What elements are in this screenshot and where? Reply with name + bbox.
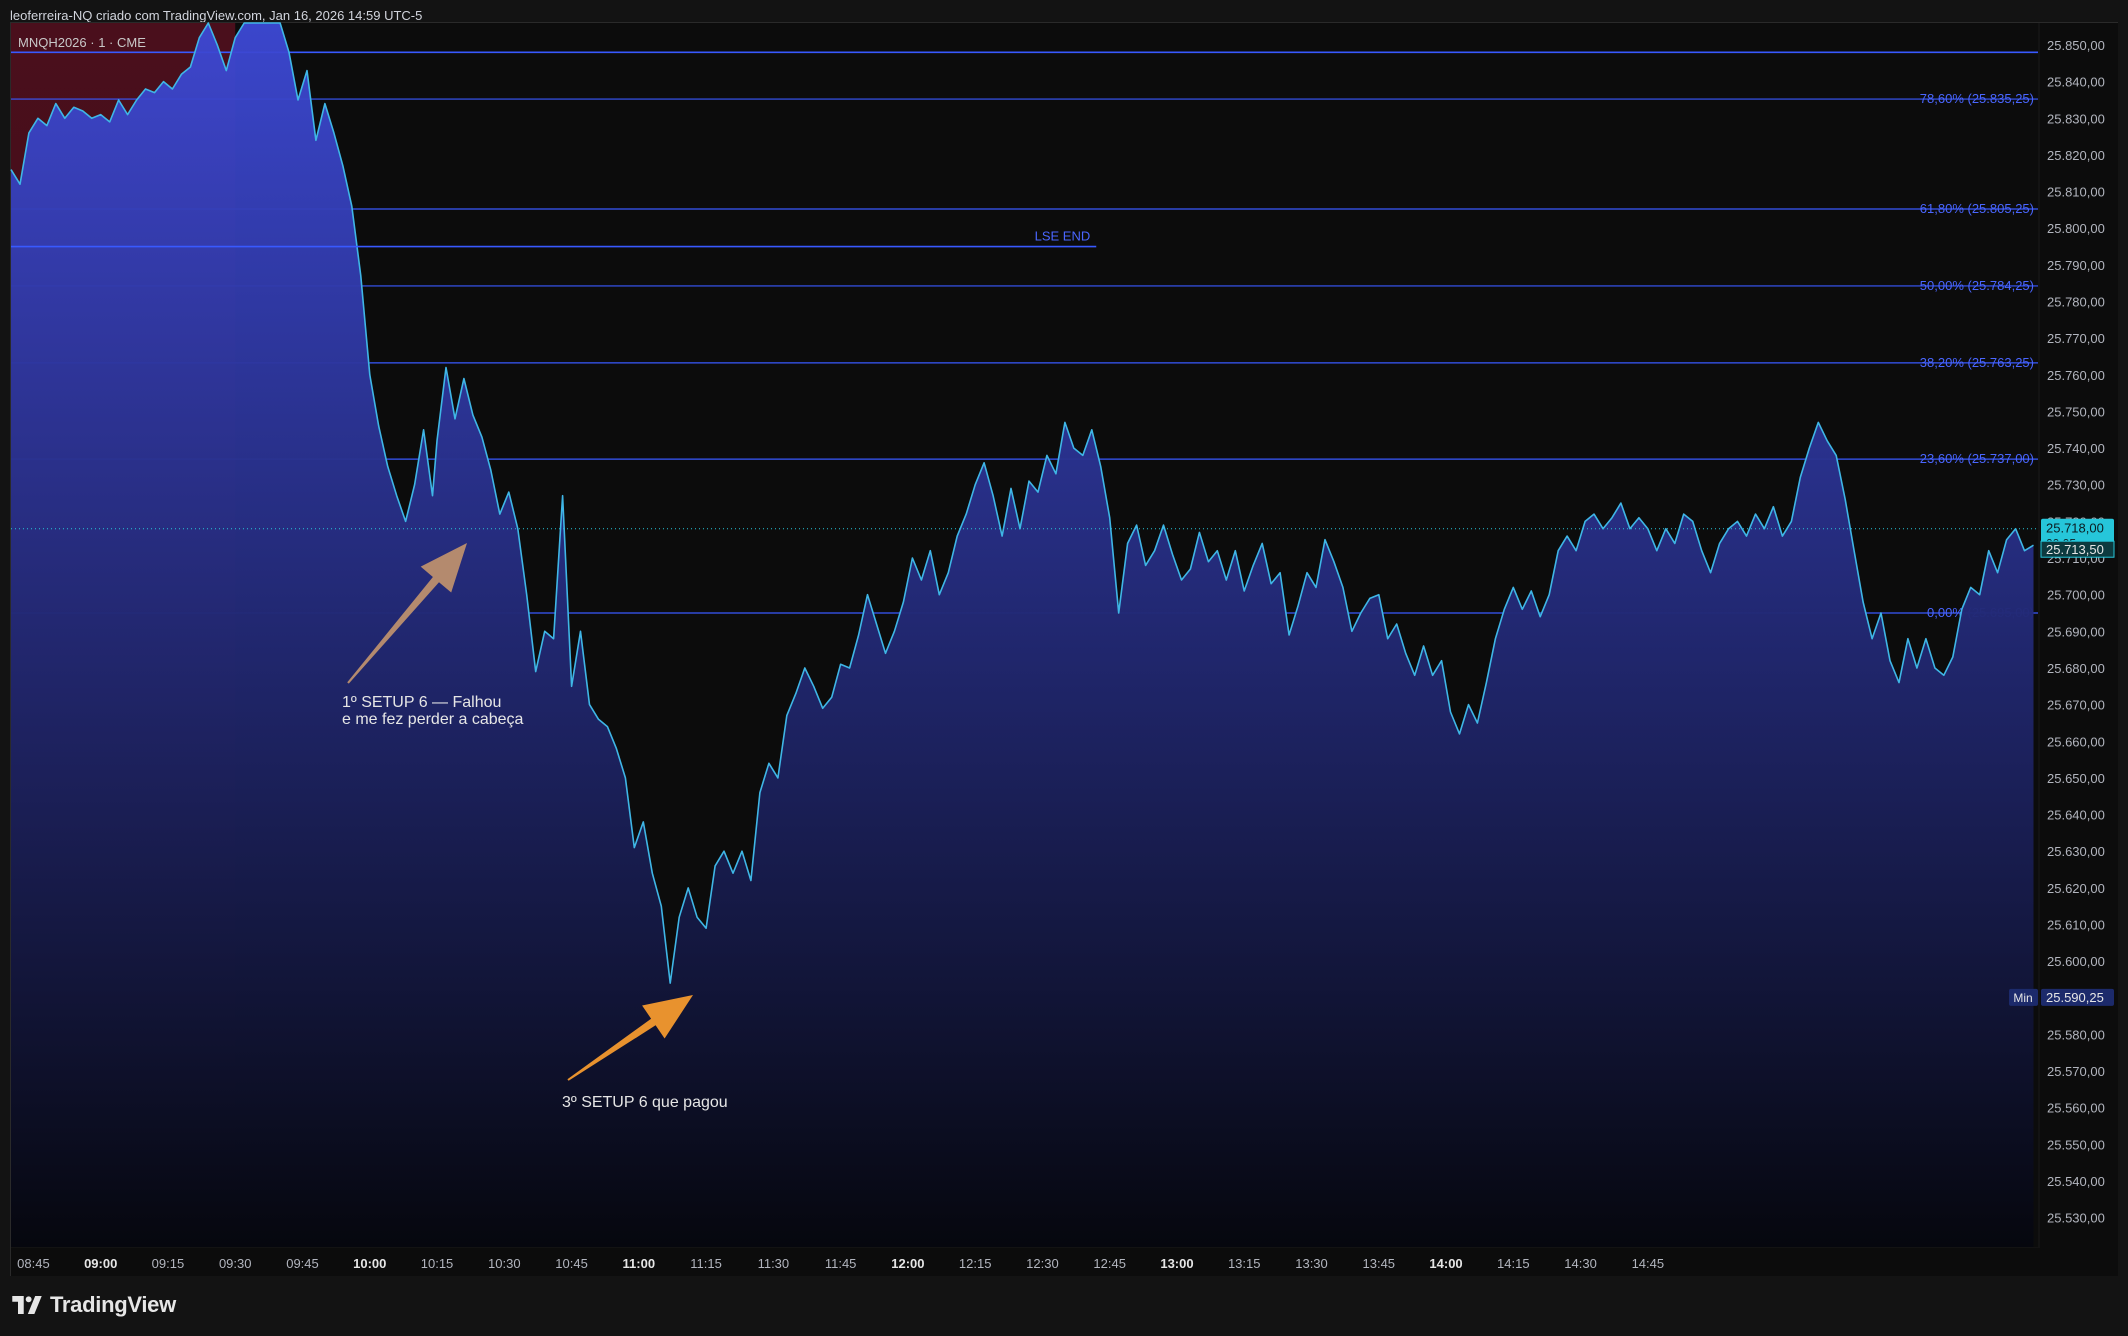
price-tick-label-32: 25.530,00: [2047, 1211, 2105, 1226]
time-tick-label-2: 09:15: [152, 1256, 185, 1271]
time-tick-label-23: 14:30: [1564, 1256, 1597, 1271]
price-tick-label-16: 25.690,00: [2047, 624, 2105, 639]
price-tick-label-11: 25.740,00: [2047, 441, 2105, 456]
lse-end-label: LSE END: [1035, 229, 1091, 244]
time-tick-label-14: 12:15: [959, 1256, 992, 1271]
time-tick-label-20: 13:45: [1363, 1256, 1396, 1271]
price-tick-label-20: 25.650,00: [2047, 771, 2105, 786]
symbol-legend[interactable]: MNQH2026 · 1 · CME: [18, 35, 146, 50]
time-tick-label-8: 10:45: [555, 1256, 588, 1271]
price-tick-label-30: 25.550,00: [2047, 1137, 2105, 1152]
price-tick-label-29: 25.560,00: [2047, 1101, 2105, 1116]
time-tick-label-9: 11:00: [623, 1256, 656, 1271]
price-tick-label-15: 25.700,00: [2047, 588, 2105, 603]
price-tick-label-12: 25.730,00: [2047, 478, 2105, 493]
time-tick-label-10: 11:15: [690, 1256, 722, 1271]
time-tick-label-0: 08:45: [17, 1256, 50, 1271]
time-tick-label-12: 11:45: [825, 1256, 857, 1271]
price-tick-label-22: 25.630,00: [2047, 844, 2105, 859]
price-tick-label-31: 25.540,00: [2047, 1174, 2105, 1189]
time-tick-label-13: 12:00: [891, 1256, 924, 1271]
min-tag-text: Min: [2013, 991, 2032, 1005]
price-tick-label-21: 25.640,00: [2047, 808, 2105, 823]
price-tick-label-9: 25.760,00: [2047, 368, 2105, 383]
price-tick-label-25: 25.600,00: [2047, 954, 2105, 969]
price-tick-label-28: 25.570,00: [2047, 1064, 2105, 1079]
price-tick-label-5: 25.800,00: [2047, 221, 2105, 236]
time-tick-label-1: 09:00: [84, 1256, 117, 1271]
price-tick-label-23: 25.620,00: [2047, 881, 2105, 896]
time-tick-label-16: 12:45: [1093, 1256, 1126, 1271]
time-tick-label-21: 14:00: [1429, 1256, 1462, 1271]
time-tick-label-6: 10:15: [421, 1256, 454, 1271]
chart-canvas[interactable]: 78,60% (25.835,25) 61,80% (25.805,25) 50,0…: [0, 0, 2128, 1336]
price-tick-label-6: 25.790,00: [2047, 258, 2105, 273]
time-tick-label-22: 14:15: [1497, 1256, 1530, 1271]
fib-label-2: 61,80% (25.805,25): [1920, 201, 2034, 216]
fib-label-5: 23,60% (25.737,00): [1920, 451, 2034, 466]
tradingview-logo-icon: [12, 1296, 42, 1314]
price-tick-label-7: 25.780,00: [2047, 295, 2105, 310]
price-tick-label-0: 25.850,00: [2047, 38, 2105, 53]
time-tick-label-17: 13:00: [1160, 1256, 1193, 1271]
last-price-value: 25.718,00: [2046, 521, 2104, 536]
annotation-setup-paid: 3º SETUP 6 que pagou: [562, 1094, 728, 1111]
price-tick-label-8: 25.770,00: [2047, 331, 2105, 346]
price-tick-label-18: 25.670,00: [2047, 698, 2105, 713]
time-tick-label-15: 12:30: [1026, 1256, 1059, 1271]
time-tick-label-19: 13:30: [1295, 1256, 1328, 1271]
time-tick-label-18: 13:15: [1228, 1256, 1261, 1271]
price-tick-label-1: 25.840,00: [2047, 75, 2105, 90]
min-price-value: 25.590,25: [2046, 990, 2104, 1005]
fib-label-1: 78,60% (25.835,25): [1920, 91, 2034, 106]
tradingview-logo[interactable]: TradingView: [12, 1292, 176, 1318]
price-tick-label-10: 25.750,00: [2047, 404, 2105, 419]
time-tick-label-3: 09:30: [219, 1256, 252, 1271]
fib-label-4: 38,20% (25.763,25): [1920, 355, 2034, 370]
price-tick-label-3: 25.820,00: [2047, 148, 2105, 163]
price-tick-label-4: 25.810,00: [2047, 185, 2105, 200]
time-tick-label-5: 10:00: [353, 1256, 386, 1271]
time-tick-label-7: 10:30: [488, 1256, 521, 1271]
price-tick-label-2: 25.830,00: [2047, 111, 2105, 126]
time-tick-label-11: 11:30: [758, 1256, 790, 1271]
time-tick-label-24: 14:45: [1632, 1256, 1665, 1271]
time-tick-label-4: 09:45: [286, 1256, 319, 1271]
price-tick-label-27: 25.580,00: [2047, 1027, 2105, 1042]
fib-label-3: 50,00% (25.784,25): [1920, 278, 2034, 293]
annotation-setup-failed-line2: e me fez perder a cabeça: [342, 711, 524, 728]
close-price-value: 25.713,50: [2046, 542, 2104, 557]
price-tick-label-17: 25.680,00: [2047, 661, 2105, 676]
price-tick-label-24: 25.610,00: [2047, 918, 2105, 933]
tradingview-wordmark: TradingView: [50, 1292, 176, 1317]
price-tick-label-19: 25.660,00: [2047, 734, 2105, 749]
annotation-setup-failed-line1: 1º SETUP 6 — Falhou: [342, 694, 501, 711]
price-axis[interactable]: [2040, 23, 2118, 1276]
